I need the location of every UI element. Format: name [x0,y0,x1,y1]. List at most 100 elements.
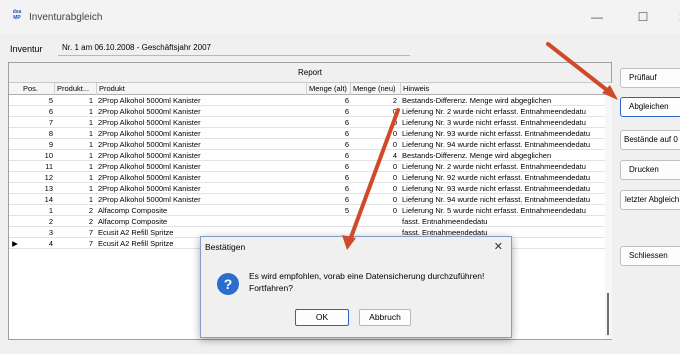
app-icon-line-2: MP [13,15,21,21]
scrollbar-thumb[interactable] [607,293,609,335]
cell-pos: 9 [48,140,53,149]
dialog-close-icon[interactable]: ✕ [494,237,503,257]
cell-hint: Bestands-Differenz. Menge wird abgeglich… [402,151,552,160]
table-row[interactable]: 12 1 2Prop Alkohol 5000ml Kanister 6 0 Liefer… [9,172,605,183]
confirm-dialog: Bestätigen ✕ ? Es wird empfohlen, vorab … [200,236,512,338]
column-header-qty-new[interactable]: Menge (neu) [351,83,401,95]
vertical-scrollbar[interactable] [605,83,612,339]
maximize-button[interactable]: ☐ [628,6,658,28]
table-row[interactable]: 8 1 2Prop Alkohol 5000ml Kanister 6 0 Lieferu… [9,128,605,139]
table-row[interactable]: 2 2 Alfacomp Composite fasst. Entnahmeended… [9,216,605,227]
column-header-hint[interactable]: Hinweis [401,83,605,95]
cell-product-id: 1 [88,140,93,149]
cell-hint: Lieferung Nr. 93 wurde nicht erfasst. En… [402,129,591,138]
cell-qty-new: 0 [392,129,397,138]
cell-product: Alfacomp Composite [98,217,168,226]
row-marker: ▶ [12,239,18,248]
report-caption: Report [9,63,611,83]
column-header-qty-old[interactable]: Menge (alt) [307,83,351,95]
cell-qty-new: 0 [392,140,397,149]
cell-product: 2Prop Alkohol 5000ml Kanister [98,118,201,127]
dialog-message-line-2: Fortfahren? [249,283,293,293]
cell-pos: 6 [48,107,53,116]
cell-qty-new: 0 [392,195,397,204]
cell-product: 2Prop Alkohol 5000ml Kanister [98,140,201,149]
cell-qty-new: 0 [392,107,397,116]
cell-product: 2Prop Alkohol 5000ml Kanister [98,107,201,116]
title-bar: dsa MP Inventurabgleich — ☐ ✕ [0,0,680,34]
cell-product: 2Prop Alkohol 5000ml Kanister [98,195,201,204]
row-marker [9,139,21,150]
cell-product-id: 2 [88,206,93,215]
cell-product: 2Prop Alkohol 5000ml Kanister [98,184,201,193]
inventur-field[interactable]: Nr. 1 am 06.10.2008 - Geschäftsjahr 2007 [58,41,410,56]
drucken-button[interactable]: Drucken [620,160,680,180]
row-marker [9,150,21,161]
cell-qty-old: 6 [344,140,349,149]
table-row[interactable]: 13 1 2Prop Alkohol 5000ml Kanister 6 0 Liefer… [9,183,605,194]
ok-button[interactable]: OK [295,309,349,326]
question-icon: ? [217,273,239,295]
cell-pos: 4 [48,239,53,248]
table-row[interactable]: 1 2 Alfacomp Composite 5 0 Lieferung Nr. 5 wu… [9,205,605,216]
cell-pos: 13 [44,184,53,193]
row-marker [9,106,21,117]
cell-product: Alfacomp Composite [98,206,168,215]
row-marker [9,172,21,183]
inventur-label: Inventur [10,44,43,54]
row-marker [9,205,21,216]
cell-pos: 8 [48,129,53,138]
column-header-product-id[interactable]: Produkt... [55,83,97,95]
cell-qty-old [307,216,351,227]
abgleichen-button[interactable]: Abgleichen [620,97,680,117]
cell-qty-new: 0 [392,206,397,215]
cell-product-id: 1 [88,173,93,182]
cell-qty-old: 5 [344,206,349,215]
dialog-message: Es wird empfohlen, vorab eine Datensiche… [249,270,507,294]
dialog-title: Bestätigen [201,237,511,257]
minimize-button[interactable]: — [582,6,612,28]
dialog-message-line-1: Es wird empfohlen, vorab eine Datensiche… [249,271,485,281]
cell-hint: Bestands-Differenz. Menge wird abgeglich… [402,96,552,105]
cell-pos: 11 [45,162,53,171]
cell-product-id: 1 [88,129,93,138]
letzter-abgleich-button[interactable]: letzter Abgleich [620,190,680,210]
cell-qty-old: 6 [344,118,349,127]
pruflauf-button[interactable]: Prüflauf [620,68,680,88]
column-header-product[interactable]: Produkt [97,83,307,95]
row-marker [9,117,21,128]
grid-rows: 5 1 2Prop Alkohol 5000ml Kanister 6 2 Bestand… [9,95,605,249]
cell-product: 2Prop Alkohol 5000ml Kanister [98,151,201,160]
row-marker [9,194,21,205]
cell-pos: 10 [44,151,53,160]
table-row[interactable]: 14 1 2Prop Alkohol 5000ml Kanister 6 0 Liefer… [9,194,605,205]
cell-hint: Lieferung Nr. 2 wurde nicht erfasst. Ent… [402,107,586,116]
table-row[interactable]: 11 1 2Prop Alkohol 5000ml Kanister 6 0 Liefer… [9,161,605,172]
row-marker [9,95,21,106]
close-button[interactable]: ✕ [668,6,680,28]
cell-qty-new: 2 [392,96,397,105]
cell-product: 2Prop Alkohol 5000ml Kanister [98,96,201,105]
cell-product-id: 1 [88,96,93,105]
cell-hint: Lieferung Nr. 93 wurde nicht erfasst. En… [402,184,591,193]
bestaende-auf-null-button[interactable]: Bestände auf 0 [620,130,680,150]
row-marker [9,216,21,227]
abbruch-button[interactable]: Abbruch [359,309,411,326]
table-row[interactable]: 9 1 2Prop Alkohol 5000ml Kanister 6 0 Lieferu… [9,139,605,150]
cell-hint: Lieferung Nr. 3 wurde nicht erfasst. Ent… [402,118,586,127]
table-row[interactable]: 5 1 2Prop Alkohol 5000ml Kanister 6 2 Bestand… [9,95,605,106]
cell-product-id: 1 [88,184,93,193]
row-marker [9,183,21,194]
row-marker [9,227,21,238]
table-row[interactable]: 10 1 2Prop Alkohol 5000ml Kanister 6 4 Bestan… [9,150,605,161]
schliessen-button[interactable]: Schliessen [620,246,680,266]
table-row[interactable]: 6 1 2Prop Alkohol 5000ml Kanister 6 0 Lieferu… [9,106,605,117]
table-row[interactable]: 7 1 2Prop Alkohol 5000ml Kanister 6 0 Lieferu… [9,117,605,128]
cell-qty-old: 6 [344,173,349,182]
cell-product: 2Prop Alkohol 5000ml Kanister [98,162,201,171]
cell-qty-old: 6 [344,195,349,204]
cell-product-id: 1 [88,195,93,204]
grid-header: Pos. Produkt... Produkt Menge (alt) Meng… [9,83,605,95]
column-header-pos[interactable]: Pos. [21,83,55,95]
row-marker [9,161,21,172]
